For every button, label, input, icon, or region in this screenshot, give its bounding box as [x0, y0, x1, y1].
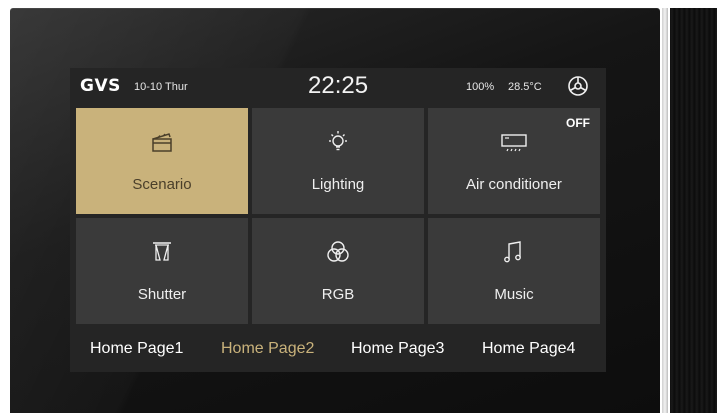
tile-rgb[interactable]: RGB: [252, 218, 424, 324]
frame-edge: [662, 8, 668, 413]
lightbulb-icon: [329, 131, 347, 151]
tile-label: Music: [494, 286, 534, 303]
tile-label: Scenario: [132, 176, 192, 193]
tile-shutter[interactable]: Shutter: [76, 218, 248, 324]
tile-air-conditioner[interactable]: OFF Air conditioner: [428, 108, 600, 214]
touch-screen: GVS 10-10 Thur 22:25 100% 28.5°C Scenari…: [70, 68, 606, 372]
tab-home-page1[interactable]: Home Page1: [90, 340, 183, 358]
tile-lighting[interactable]: Lighting: [252, 108, 424, 214]
tab-home-page2[interactable]: Home Page2: [221, 340, 314, 358]
tile-label: Air conditioner: [466, 176, 562, 193]
battery-level: 100%: [466, 81, 495, 93]
tile-label: Shutter: [137, 286, 187, 303]
air-conditioner-icon: [501, 134, 527, 152]
clock: 22:25: [308, 72, 369, 99]
music-note-icon: [504, 241, 521, 263]
brushed-side-panel: [670, 8, 717, 413]
rgb-circles-icon: [327, 241, 349, 262]
status-bar: GVS 10-10 Thur 22:25 100% 28.5°C: [70, 68, 606, 106]
tile-label: Lighting: [311, 176, 365, 193]
temperature-reading: 28.5°C: [508, 81, 542, 93]
ac-status-badge: OFF: [566, 116, 590, 130]
tile-label: RGB: [321, 286, 355, 303]
tab-home-page4[interactable]: Home Page4: [482, 340, 575, 358]
tab-home-page3[interactable]: Home Page3: [351, 340, 444, 358]
tile-scenario[interactable]: Scenario: [76, 108, 248, 214]
settings-gear-icon[interactable]: [566, 74, 590, 98]
home-page-tabs: Home Page1 Home Page2 Home Page3 Home Pa…: [70, 328, 606, 372]
clapperboard-icon: [152, 133, 172, 152]
date-label: 10-10 Thur: [134, 81, 188, 93]
shutter-icon: [153, 242, 171, 261]
tile-music[interactable]: Music: [428, 218, 600, 324]
brand-logo: GVS: [80, 76, 121, 96]
